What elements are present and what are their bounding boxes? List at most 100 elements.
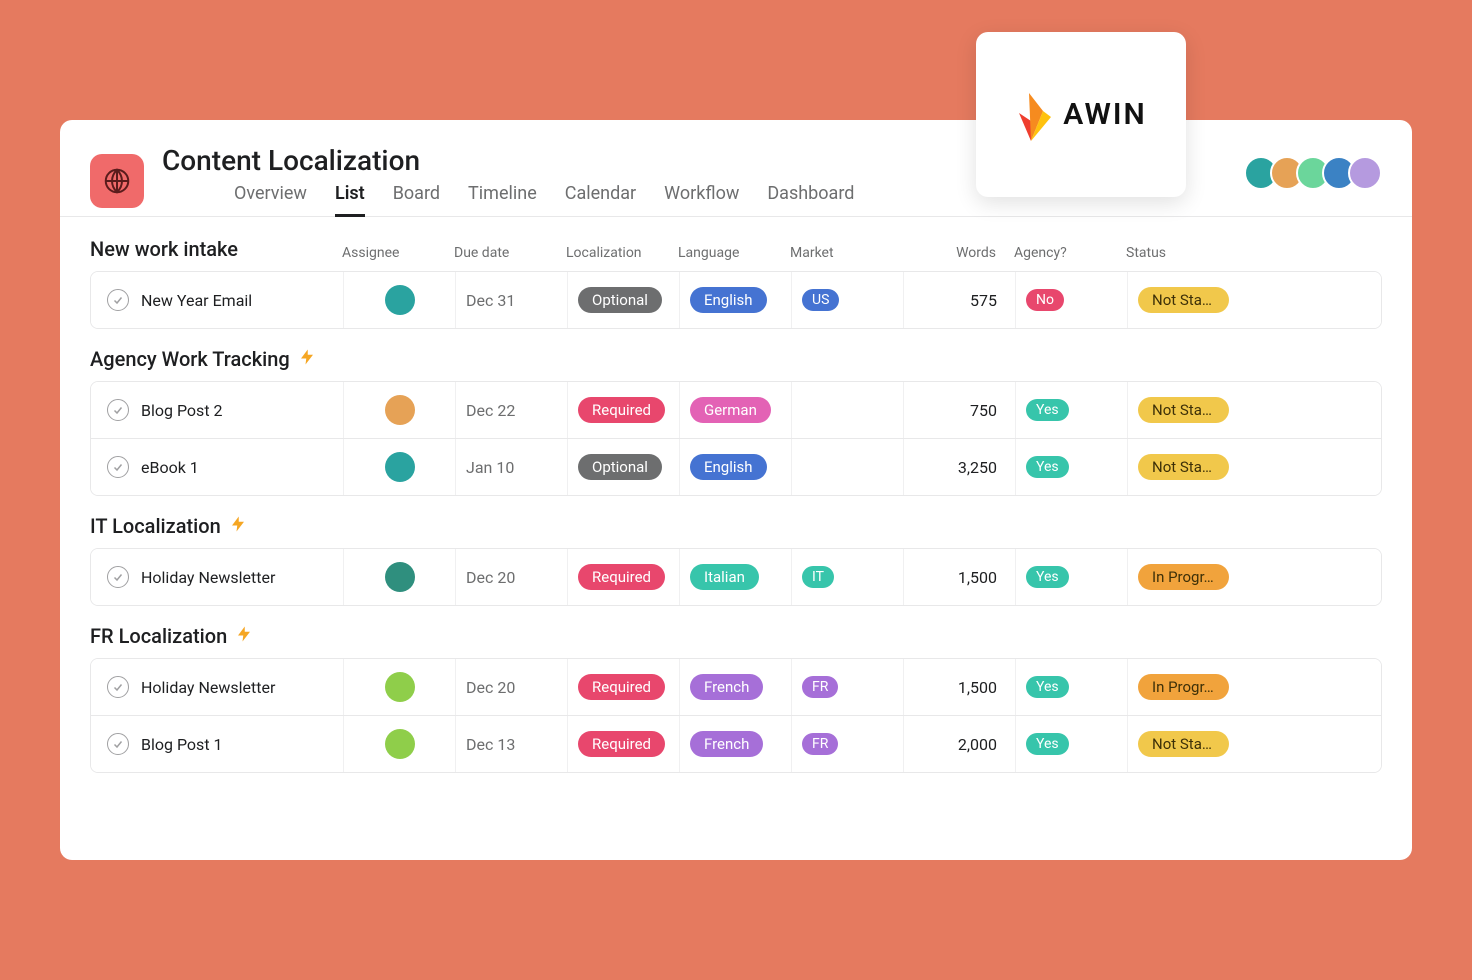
language-cell[interactable]: French	[679, 659, 791, 715]
table-row[interactable]: Holiday Newsletter Dec 20 Required Italian I…	[91, 549, 1381, 605]
task-name-cell[interactable]: Holiday Newsletter	[91, 659, 343, 715]
status-cell[interactable]: Not Star...	[1127, 272, 1239, 328]
pill-required[interactable]: Required	[578, 674, 665, 700]
market-cell[interactable]	[791, 382, 903, 438]
pill-not-star-[interactable]: Not Star...	[1138, 287, 1229, 313]
language-cell[interactable]: Italian	[679, 549, 791, 605]
due-date-cell[interactable]: Dec 22	[455, 382, 567, 438]
column-header-status[interactable]: Status	[1126, 245, 1238, 261]
words-cell[interactable]: 1,500	[903, 659, 1015, 715]
complete-check-icon[interactable]	[107, 289, 129, 311]
pill-yes[interactable]: Yes	[1026, 676, 1069, 698]
assignee-avatar[interactable]	[385, 672, 415, 702]
pill-required[interactable]: Required	[578, 564, 665, 590]
complete-check-icon[interactable]	[107, 399, 129, 421]
pill-not-star-[interactable]: Not Star...	[1138, 454, 1229, 480]
table-row[interactable]: Blog Post 1Dec 13RequiredFrenchFR2,000Ye…	[91, 715, 1381, 772]
tab-overview[interactable]: Overview	[234, 183, 307, 217]
due-date-cell[interactable]: Dec 20	[455, 659, 567, 715]
pill-italian[interactable]: Italian	[690, 564, 759, 590]
pill-us[interactable]: US	[802, 289, 839, 311]
localization-cell[interactable]: Required	[567, 716, 679, 772]
pill-optional[interactable]: Optional	[578, 454, 662, 480]
due-date-cell[interactable]: Dec 20	[455, 549, 567, 605]
assignee-avatar[interactable]	[385, 729, 415, 759]
status-cell[interactable]: Not Star...	[1127, 382, 1239, 438]
complete-check-icon[interactable]	[107, 566, 129, 588]
tab-board[interactable]: Board	[393, 183, 440, 217]
pill-not-star-[interactable]: Not Star...	[1138, 397, 1229, 423]
pill-yes[interactable]: Yes	[1026, 456, 1069, 478]
status-cell[interactable]: In Progr...	[1127, 549, 1239, 605]
language-cell[interactable]: English	[679, 272, 791, 328]
language-cell[interactable]: English	[679, 439, 791, 495]
task-name-cell[interactable]: Blog Post 1	[91, 716, 343, 772]
assignee-avatar[interactable]	[385, 562, 415, 592]
language-cell[interactable]: German	[679, 382, 791, 438]
localization-cell[interactable]: Required	[567, 549, 679, 605]
pill-yes[interactable]: Yes	[1026, 566, 1069, 588]
pill-it[interactable]: IT	[802, 566, 834, 588]
assignee-cell[interactable]	[343, 549, 455, 605]
due-date-cell[interactable]: Jan 10	[455, 439, 567, 495]
localization-cell[interactable]: Optional	[567, 439, 679, 495]
column-header-due-date[interactable]: Due date	[454, 245, 566, 261]
task-name-cell[interactable]: Holiday Newsletter	[91, 549, 343, 605]
words-cell[interactable]: 1,500	[903, 549, 1015, 605]
column-header-agency-[interactable]: Agency?	[1014, 245, 1126, 261]
pill-no[interactable]: No	[1026, 289, 1064, 311]
pill-yes[interactable]: Yes	[1026, 399, 1069, 421]
column-header-market[interactable]: Market	[790, 245, 902, 261]
pill-fr[interactable]: FR	[802, 733, 838, 755]
assignee-cell[interactable]	[343, 659, 455, 715]
localization-cell[interactable]: Required	[567, 382, 679, 438]
agency-cell[interactable]: No	[1015, 272, 1127, 328]
status-cell[interactable]: Not Star...	[1127, 716, 1239, 772]
column-header-words[interactable]: Words	[902, 245, 1014, 261]
pill-english[interactable]: English	[690, 454, 767, 480]
pill-not-star-[interactable]: Not Star...	[1138, 731, 1229, 757]
task-name-cell[interactable]: New Year Email	[91, 272, 343, 328]
column-header-assignee[interactable]: Assignee	[342, 245, 454, 261]
localization-cell[interactable]: Optional	[567, 272, 679, 328]
tab-workflow[interactable]: Workflow	[664, 183, 739, 217]
column-header-language[interactable]: Language	[678, 245, 790, 261]
complete-check-icon[interactable]	[107, 733, 129, 755]
table-row[interactable]: Blog Post 2Dec 22RequiredGerman750YesNot…	[91, 382, 1381, 438]
due-date-cell[interactable]: Dec 31	[455, 272, 567, 328]
table-row[interactable]: eBook 1Jan 10OptionalEnglish3,250YesNot …	[91, 438, 1381, 495]
pill-in-progr-[interactable]: In Progr...	[1138, 674, 1229, 700]
pill-french[interactable]: French	[690, 674, 763, 700]
language-cell[interactable]: French	[679, 716, 791, 772]
agency-cell[interactable]: Yes	[1015, 549, 1127, 605]
team-avatars[interactable]	[1252, 156, 1382, 190]
localization-cell[interactable]: Required	[567, 659, 679, 715]
assignee-cell[interactable]	[343, 439, 455, 495]
section-title[interactable]: IT Localization	[90, 514, 1382, 538]
pill-french[interactable]: French	[690, 731, 763, 757]
pill-german[interactable]: German	[690, 397, 771, 423]
words-cell[interactable]: 575	[903, 272, 1015, 328]
words-cell[interactable]: 2,000	[903, 716, 1015, 772]
market-cell[interactable]: IT	[791, 549, 903, 605]
market-cell[interactable]: FR	[791, 659, 903, 715]
assignee-cell[interactable]	[343, 272, 455, 328]
table-row[interactable]: Holiday Newsletter Dec 20 Required French FR…	[91, 659, 1381, 715]
status-cell[interactable]: In Progr...	[1127, 659, 1239, 715]
market-cell[interactable]	[791, 439, 903, 495]
tab-calendar[interactable]: Calendar	[565, 183, 636, 217]
pill-yes[interactable]: Yes	[1026, 733, 1069, 755]
task-name-cell[interactable]: eBook 1	[91, 439, 343, 495]
complete-check-icon[interactable]	[107, 676, 129, 698]
agency-cell[interactable]: Yes	[1015, 716, 1127, 772]
column-header-localization[interactable]: Localization	[566, 245, 678, 261]
status-cell[interactable]: Not Star...	[1127, 439, 1239, 495]
words-cell[interactable]: 750	[903, 382, 1015, 438]
assignee-cell[interactable]	[343, 716, 455, 772]
complete-check-icon[interactable]	[107, 456, 129, 478]
pill-optional[interactable]: Optional	[578, 287, 662, 313]
section-title[interactable]: Agency Work Tracking	[90, 347, 1382, 371]
pill-english[interactable]: English	[690, 287, 767, 313]
agency-cell[interactable]: Yes	[1015, 439, 1127, 495]
tab-list[interactable]: List	[335, 183, 365, 217]
